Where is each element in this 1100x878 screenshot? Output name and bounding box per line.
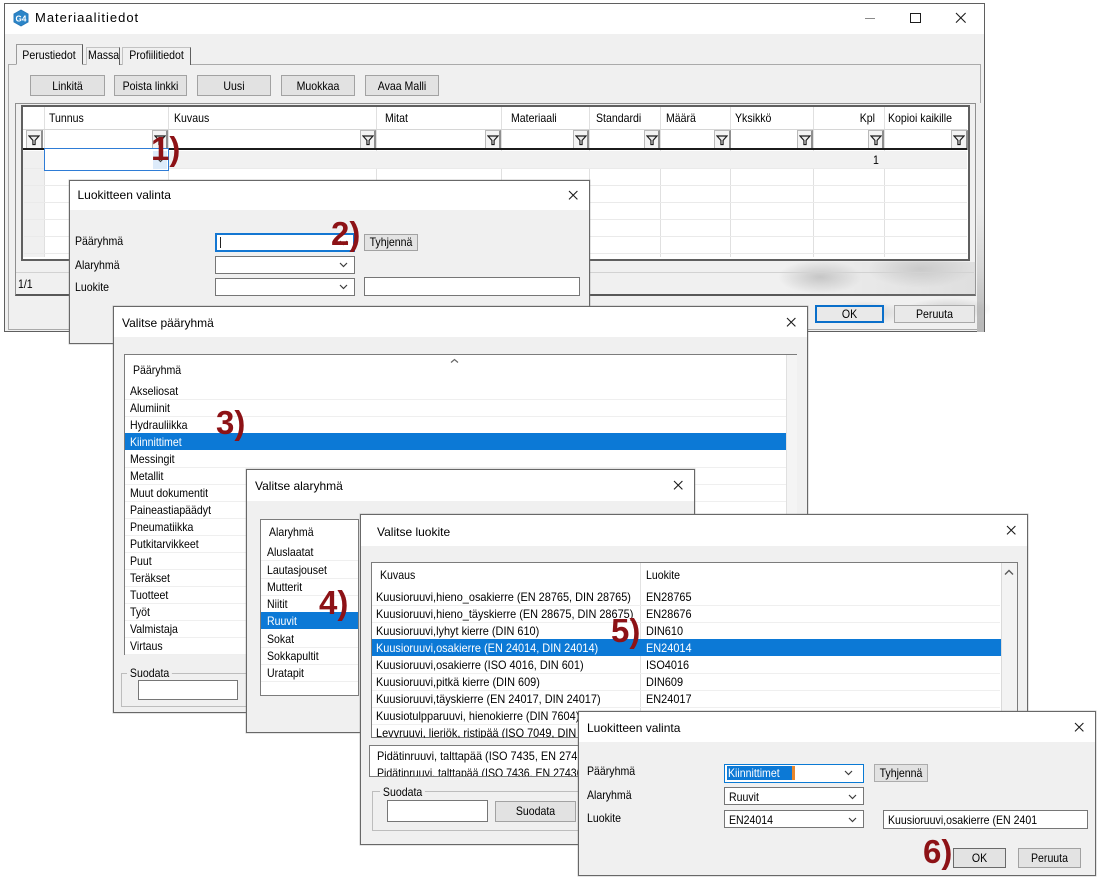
svg-text:G4: G4 — [16, 15, 27, 24]
